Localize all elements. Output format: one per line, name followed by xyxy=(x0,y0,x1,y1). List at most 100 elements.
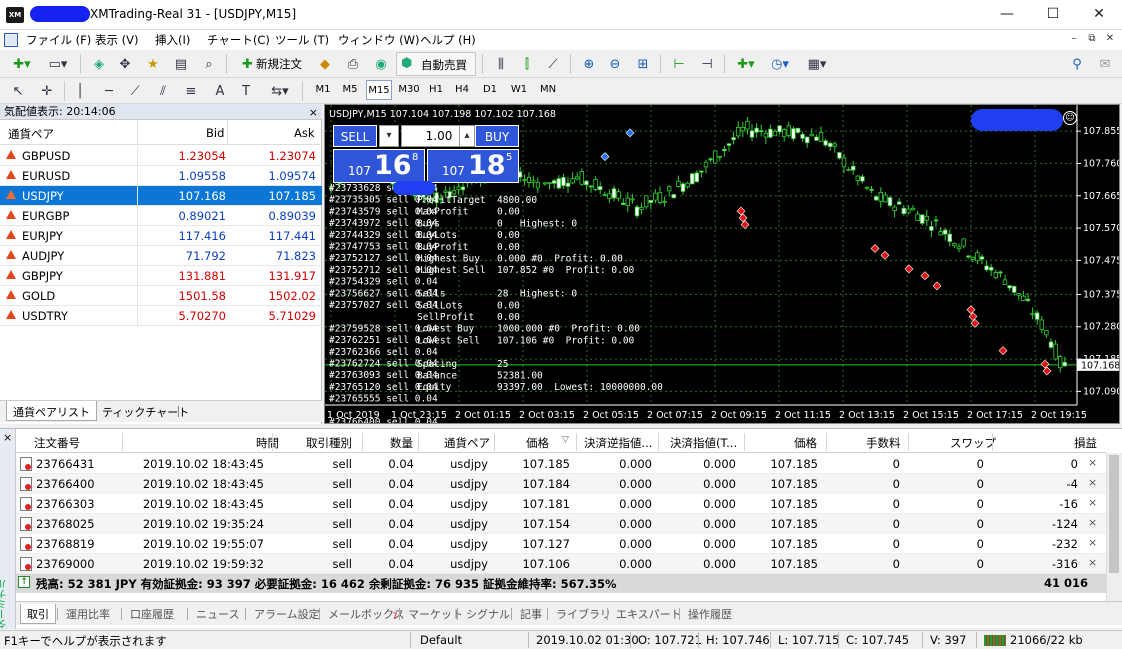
tf-m5[interactable]: M5 xyxy=(338,80,362,100)
cursor-icon[interactable]: ↖ xyxy=(8,80,28,102)
column-header[interactable]: 価格 xyxy=(794,435,817,451)
chart-shift-icon[interactable]: ⊣ xyxy=(696,53,718,75)
sell-button[interactable]: SELL xyxy=(333,125,377,147)
column-header[interactable]: 手数料 xyxy=(866,435,901,451)
close-order-icon[interactable]: × xyxy=(1088,456,1097,469)
menu-chart[interactable]: チャート(C) xyxy=(207,32,270,48)
arrows-icon[interactable]: ⇆▾ xyxy=(266,80,294,102)
buy-button[interactable]: BUY xyxy=(475,125,519,147)
tf-mn[interactable]: MN xyxy=(536,80,560,100)
menu-view[interactable]: 表示 (V) xyxy=(95,32,139,48)
templates-icon[interactable]: ▦▾ xyxy=(802,53,832,75)
favorites-icon[interactable]: ★ xyxy=(142,53,164,75)
strategy-tester-icon[interactable]: ⌕ xyxy=(198,53,220,75)
menu-insert[interactable]: 挿入(I) xyxy=(155,32,190,48)
search-icon[interactable]: ⚲ xyxy=(1066,53,1088,75)
terminal-tab[interactable]: 操作履歴 xyxy=(682,604,738,624)
lot-decrease-button[interactable]: ▾ xyxy=(379,125,399,147)
market-watch-icon[interactable]: ◈ xyxy=(88,53,110,75)
chart-window-icon[interactable] xyxy=(4,33,18,47)
metaeditor-icon[interactable]: ◆ xyxy=(314,53,336,75)
market-watch-row[interactable]: EURJPY 117.416 117.441 xyxy=(0,226,322,246)
trade-row[interactable]: 23766303 2019.10.02 18:43:45 sell 0.04 usdjp… xyxy=(16,494,1106,514)
menu-help[interactable]: ヘルプ (H) xyxy=(420,32,476,48)
market-watch-row[interactable]: AUDJPY 71.792 71.823 xyxy=(0,246,322,266)
trade-row[interactable]: 23766400 2019.10.02 18:43:45 sell 0.04 usdjp… xyxy=(16,474,1106,494)
tf-h4[interactable]: H4 xyxy=(452,80,472,100)
column-header[interactable]: 注文番号 xyxy=(34,435,80,451)
line-chart-icon[interactable]: ⟋ xyxy=(542,53,564,75)
buy-price-box[interactable]: 107 18 5 xyxy=(427,149,519,183)
market-watch-close-button[interactable]: × xyxy=(309,105,318,121)
terminal-close-button[interactable]: × xyxy=(3,431,12,444)
market-watch-row[interactable]: GOLD 1501.58 1502.02 xyxy=(0,286,322,306)
menu-tools[interactable]: ツール (T) xyxy=(275,32,329,48)
chat-icon[interactable]: ✉ xyxy=(1094,53,1116,75)
close-order-icon[interactable]: × xyxy=(1088,476,1097,489)
candlestick-icon[interactable]: ⫿ xyxy=(516,53,538,75)
print-icon[interactable]: ⎙ xyxy=(342,53,364,75)
column-header[interactable]: スワップ xyxy=(950,435,996,451)
price-chart[interactable]: 107.855 107.760 107.665 107.570 107.475 107.3… xyxy=(324,104,1120,424)
lot-increase-button[interactable]: ▴ xyxy=(459,125,475,147)
navigator-icon[interactable]: ✥ xyxy=(114,53,136,75)
close-order-icon[interactable]: × xyxy=(1088,556,1097,569)
terminal-tab[interactable]: 記事 xyxy=(514,604,548,624)
mdi-close-button[interactable]: ✕ xyxy=(1104,33,1116,45)
column-header[interactable]: 決済指値(T... xyxy=(670,435,737,451)
tile-windows-icon[interactable]: ⊞ xyxy=(632,53,654,75)
close-order-icon[interactable]: × xyxy=(1088,536,1097,549)
bar-chart-icon[interactable]: ⫼ xyxy=(490,53,512,75)
status-profile[interactable]: Default xyxy=(420,633,462,647)
terminal-scrollbar[interactable] xyxy=(1106,453,1122,603)
zoom-out-icon[interactable]: ⊖ xyxy=(604,53,626,75)
column-header[interactable]: 時間 xyxy=(256,435,279,451)
close-window-button[interactable]: ✕ xyxy=(1076,0,1122,30)
mdi-minimize-button[interactable]: – xyxy=(1068,33,1080,45)
trade-row[interactable]: 23768025 2019.10.02 19:35:24 sell 0.04 usdjp… xyxy=(16,514,1106,534)
scrollbar-thumb[interactable] xyxy=(1109,455,1119,573)
tab-symbol-list[interactable]: 通貨ペアリスト xyxy=(6,401,97,421)
close-order-icon[interactable]: × xyxy=(1088,516,1097,529)
text-label-icon[interactable]: T xyxy=(236,80,256,102)
market-watch-row[interactable]: GBPJPY 131.881 131.917 xyxy=(0,266,322,286)
tf-w1[interactable]: W1 xyxy=(508,80,530,100)
menu-window[interactable]: ウィンドウ (W) xyxy=(338,32,420,48)
market-watch-row[interactable]: USDTRY 5.70270 5.71029 xyxy=(0,306,322,326)
terminal-tab[interactable]: エキスパート xyxy=(610,604,688,624)
tf-m15[interactable]: M15 xyxy=(366,80,392,100)
column-bid[interactable]: Bid xyxy=(206,126,224,140)
terminal-tab[interactable]: 運用比率 xyxy=(60,604,116,624)
text-icon[interactable]: A xyxy=(210,80,230,102)
terminal-tab[interactable]: アラーム設定 xyxy=(248,604,326,624)
horizontal-line-icon[interactable]: ─ xyxy=(98,80,120,102)
crosshair-icon[interactable]: ✛ xyxy=(36,80,58,102)
terminal-tab[interactable]: 取引 xyxy=(20,604,56,624)
column-symbol[interactable]: 通貨ペア xyxy=(8,126,54,142)
terminal-tab[interactable]: マーケット xyxy=(402,604,469,624)
tab-tick-chart[interactable]: ティックチャート xyxy=(96,401,195,421)
menu-file[interactable]: ファイル (F) xyxy=(26,32,91,48)
fibonacci-icon[interactable]: ≡ xyxy=(180,80,202,102)
indicators-icon[interactable]: ✚▾ xyxy=(732,53,760,75)
terminal-tab[interactable]: シグナル xyxy=(460,604,516,624)
zoom-in-icon[interactable]: ⊕ xyxy=(578,53,600,75)
minimize-button[interactable]: — xyxy=(984,0,1030,30)
trade-row[interactable]: 23766431 2019.10.02 18:43:45 sell 0.04 usdjp… xyxy=(16,454,1106,474)
close-order-icon[interactable]: × xyxy=(1088,496,1097,509)
column-ask[interactable]: Ask xyxy=(294,126,315,140)
mdi-restore-button[interactable]: ⧉ xyxy=(1086,33,1098,45)
channel-icon[interactable]: ⫽ xyxy=(152,80,174,102)
tf-m1[interactable]: M1 xyxy=(312,80,334,100)
signals-icon[interactable]: ◉ xyxy=(370,53,392,75)
column-header[interactable]: 通貨ペア xyxy=(444,435,490,451)
new-order-button[interactable]: ✚ 新規注文 xyxy=(236,53,308,75)
market-watch-row[interactable]: EURUSD 1.09558 1.09574 xyxy=(0,166,322,186)
terminal-tab[interactable]: ニュース xyxy=(190,604,245,624)
maximize-button[interactable]: ☐ xyxy=(1030,0,1076,30)
tf-h1[interactable]: H1 xyxy=(426,80,446,100)
terminal-icon[interactable]: ▤ xyxy=(170,53,192,75)
column-header[interactable]: 価格 xyxy=(526,435,549,451)
column-header[interactable]: 損益 xyxy=(1074,435,1097,451)
column-header[interactable]: 取引種別 xyxy=(306,435,352,451)
